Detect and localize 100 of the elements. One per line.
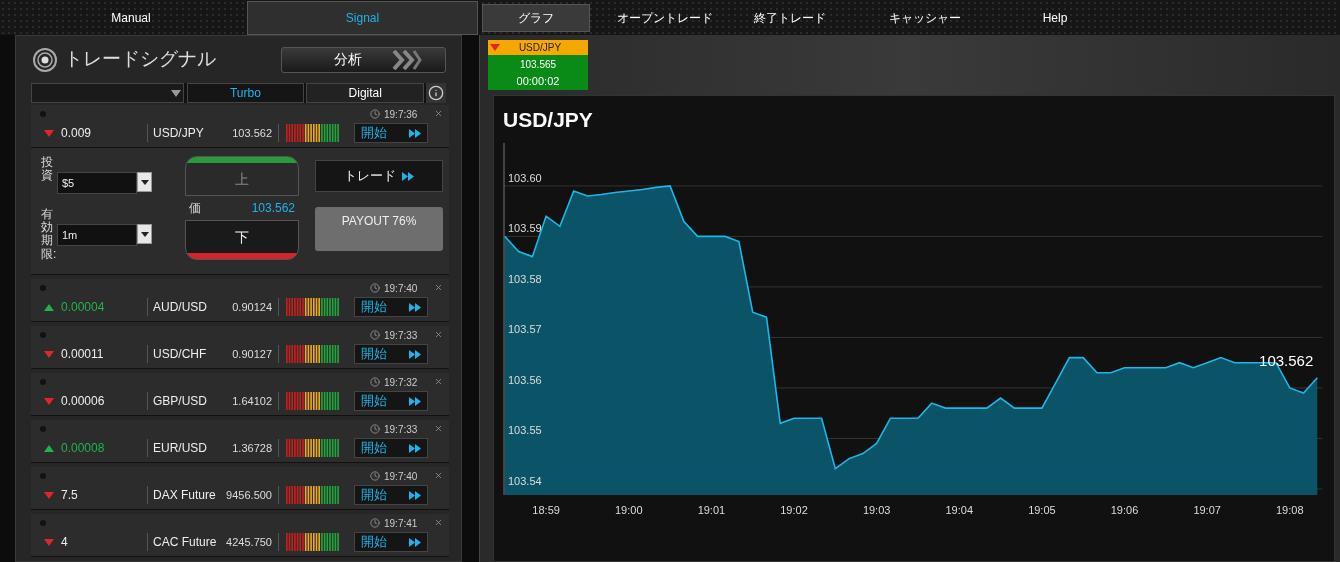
signal-time: 19:7:41 — [384, 516, 419, 531]
axis-label: 103.55 — [508, 424, 542, 437]
analysis-button[interactable]: 分析 — [281, 46, 446, 73]
close-icon[interactable] — [434, 517, 443, 527]
start-button[interactable]: 開始 — [354, 438, 428, 458]
change-value: 0.00011 — [61, 346, 105, 363]
close-icon[interactable] — [434, 470, 443, 480]
signal-strength-meter — [286, 439, 340, 457]
axis-label: 103.59 — [508, 222, 542, 235]
clock-icon — [370, 283, 380, 293]
type-tab[interactable]: Digital — [306, 83, 425, 103]
asset-price: 9456.500 — [225, 487, 272, 503]
trade-button[interactable]: トレード — [315, 160, 443, 192]
asset-price: 4245.750 — [225, 534, 272, 550]
close-icon[interactable] — [434, 376, 443, 386]
axis-label: 19:03 — [862, 504, 891, 516]
asset-name: DAX Future — [152, 487, 217, 504]
investment-field[interactable]: $5 — [57, 172, 137, 194]
clock-icon — [370, 330, 380, 340]
asset-price: 1.64102 — [231, 393, 272, 409]
clock-icon — [370, 424, 380, 434]
axis-label: 19:08 — [1276, 504, 1304, 516]
view-tab[interactable]: 終了トレード — [740, 3, 840, 32]
ticker-price: 103.565 — [519, 57, 557, 72]
axis-label: 19:05 — [1028, 504, 1056, 516]
up-arrow-icon — [44, 444, 54, 452]
down-arrow-icon — [44, 491, 54, 499]
asset-price: 103.562 — [231, 125, 272, 141]
info-icon[interactable] — [428, 85, 445, 101]
signal-time: 19:7:32 — [384, 375, 419, 390]
signal-strength-meter — [286, 533, 340, 551]
start-button[interactable]: 開始 — [354, 297, 428, 317]
price-label: 価 — [188, 200, 201, 217]
filter-dropdown[interactable] — [31, 83, 184, 103]
change-value: 0.00004 — [61, 299, 106, 316]
clock-icon — [370, 518, 380, 528]
change-value: 0.00008 — [61, 440, 106, 457]
dropdown-caret-icon — [140, 231, 149, 237]
ticker-asset: USD/JPY — [517, 41, 563, 55]
fast-forward-icon — [402, 171, 414, 181]
start-button[interactable]: 開始 — [354, 123, 428, 143]
axis-label: 19:04 — [945, 504, 974, 516]
signal-time: 19:7:40 — [384, 281, 419, 296]
radar-icon — [32, 46, 58, 73]
close-icon[interactable] — [434, 108, 443, 118]
down-arrow-icon — [44, 397, 54, 405]
view-tab[interactable]: Help — [1010, 3, 1100, 32]
type-tab[interactable]: Turbo — [186, 83, 305, 103]
signal-strength-meter — [286, 392, 340, 410]
asset-name: EUR/USD — [152, 440, 208, 457]
close-icon[interactable] — [434, 329, 443, 339]
up-arrow-icon — [44, 303, 54, 311]
dropdown-caret-icon — [170, 89, 181, 97]
asset-name: USD/JPY — [152, 125, 205, 142]
current-price: 103.562 — [251, 200, 296, 217]
clock-icon — [370, 109, 380, 119]
fast-forward-icon — [409, 128, 421, 138]
signal-time: 19:7:33 — [384, 422, 419, 437]
mode-tab[interactable]: Signal — [247, 1, 478, 35]
axis-label: 19:02 — [780, 504, 808, 516]
dropdown-button[interactable] — [137, 172, 152, 192]
signal-strength-meter — [286, 124, 340, 142]
chart-title: USD/JPY — [502, 107, 594, 133]
start-button[interactable]: 開始 — [354, 532, 428, 552]
fast-forward-icon — [409, 537, 421, 547]
down-button[interactable]: 下 — [184, 220, 300, 260]
start-button[interactable]: 開始 — [354, 344, 428, 364]
close-icon[interactable] — [434, 282, 443, 292]
close-icon[interactable] — [434, 423, 443, 433]
signal-time: 19:7:36 — [384, 107, 419, 122]
fast-forward-icon — [409, 349, 421, 359]
axis-label: 19:01 — [697, 504, 726, 516]
clock-icon — [370, 471, 380, 481]
view-tab[interactable]: オープントレード — [590, 3, 740, 32]
down-arrow-icon — [44, 129, 54, 137]
fast-forward-icon — [409, 396, 421, 406]
axis-label: 103.56 — [508, 373, 542, 386]
payout-box: PAYOUT 76% — [315, 207, 443, 251]
asset-price: 1.36728 — [231, 440, 272, 456]
change-value: 0.009 — [61, 125, 93, 142]
up-button[interactable]: 上 — [184, 156, 300, 196]
start-button[interactable]: 開始 — [354, 485, 428, 505]
mode-tab[interactable]: Manual — [15, 1, 247, 35]
axis-label: 103.58 — [508, 272, 542, 285]
change-value: 0.00006 — [61, 393, 106, 410]
view-tab[interactable]: グラフ — [482, 3, 590, 32]
axis-label: 19:00 — [615, 504, 643, 516]
chevrons-icon — [391, 48, 422, 71]
axis-label: 19:07 — [1193, 504, 1221, 516]
signal-time: 19:7:33 — [384, 328, 419, 343]
start-button[interactable]: 開始 — [354, 391, 428, 411]
investment-label: 投資 — [41, 156, 53, 183]
dropdown-caret-icon — [140, 179, 149, 185]
expiry-field[interactable]: 1m — [57, 224, 137, 246]
view-tab[interactable]: キャッシャー — [840, 3, 1010, 32]
asset-price: 0.90124 — [231, 299, 272, 315]
asset-name: USD/CHF — [152, 346, 208, 363]
dropdown-button[interactable] — [137, 224, 152, 244]
axis-label: 103.57 — [508, 323, 542, 336]
asset-name: GBP/USD — [152, 393, 208, 410]
